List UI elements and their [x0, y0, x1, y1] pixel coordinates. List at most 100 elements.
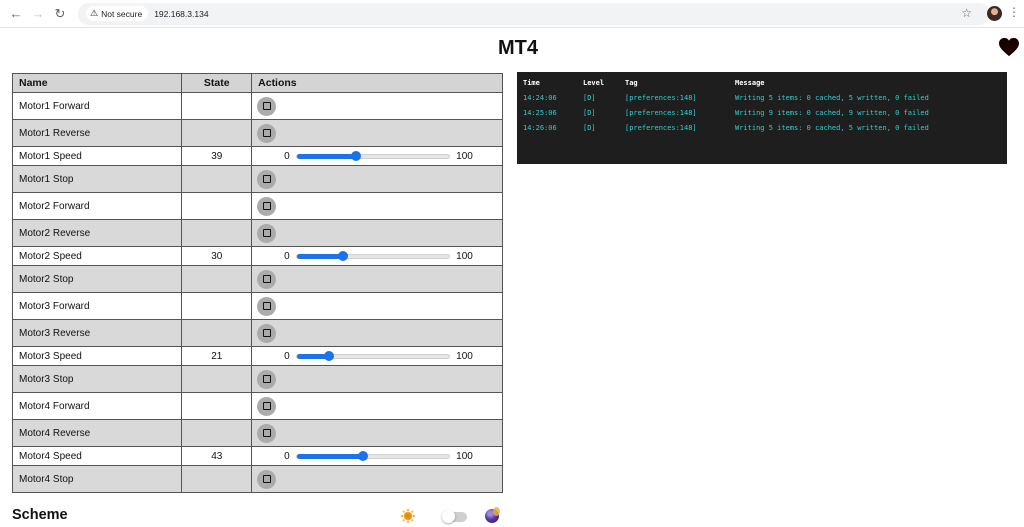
- log-header-row: Time Level Tag Message: [517, 76, 1007, 91]
- page: MT4 Name State Actions Motor1 Forward Mot…: [0, 28, 1024, 527]
- action-button[interactable]: [257, 196, 277, 216]
- action-button[interactable]: [257, 223, 277, 243]
- motor-name: Motor1 Stop: [11, 165, 183, 193]
- heart-icon[interactable]: [998, 37, 1020, 57]
- log-header-message: Message: [735, 79, 765, 87]
- log-console: Time Level Tag Message 14:24:06 [D] [prefe…: [517, 72, 1007, 164]
- actions-cell: [251, 292, 503, 320]
- motor-name: Motor3 Speed: [11, 346, 183, 366]
- motor-name: Motor4 Stop: [11, 465, 183, 493]
- log-message: Writing 5 items: 0 cached, 5 written, 0 …: [735, 124, 929, 132]
- security-chip[interactable]: ⚠ Not secure: [86, 6, 149, 21]
- action-button[interactable]: [257, 296, 277, 316]
- table-row: Motor3 Speed 21 0 100: [11, 346, 503, 366]
- stop-square-icon: [262, 102, 271, 110]
- speed-slider[interactable]: [296, 250, 451, 261]
- motor-table: Name State Actions Motor1 Forward Motor1 …: [11, 73, 503, 493]
- table-row: Motor3 Forward: [11, 292, 503, 320]
- log-tag: [preferences:148]: [625, 124, 697, 132]
- log-tag: [preferences:148]: [625, 109, 697, 117]
- actions-cell: [251, 465, 503, 493]
- action-button[interactable]: [257, 369, 277, 389]
- slider-fill: [297, 153, 357, 159]
- table-row: Motor1 Speed 39 0 100: [11, 146, 503, 166]
- motor-state: 21: [181, 346, 253, 366]
- table-row: Motor3 Reverse: [11, 319, 503, 347]
- back-arrow-icon[interactable]: ←: [6, 4, 26, 24]
- stop-square-icon: [262, 229, 271, 237]
- browser-toolbar: ← → ↻ ⚠ Not secure 192.168.3.134 ☆ ⋮: [0, 0, 1024, 28]
- motor-name: Motor1 Forward: [11, 92, 183, 120]
- motor-state: 30: [181, 246, 253, 266]
- action-button[interactable]: [257, 396, 277, 416]
- stop-square-icon: [262, 275, 271, 283]
- scheme-heading: Scheme: [12, 507, 68, 523]
- action-button[interactable]: [257, 96, 277, 116]
- slider-min-label: 0: [284, 250, 290, 262]
- stop-square-icon: [262, 302, 271, 310]
- star-icon[interactable]: ☆: [961, 6, 972, 20]
- table-row: Motor2 Speed 30 0 100: [11, 246, 503, 266]
- forward-arrow-icon[interactable]: →: [28, 4, 48, 24]
- speed-slider[interactable]: [296, 150, 451, 161]
- stop-square-icon: [262, 329, 271, 337]
- log-level: [D]: [583, 124, 596, 132]
- slider-thumb[interactable]: [351, 150, 362, 161]
- slider-fill: [297, 253, 343, 259]
- action-button[interactable]: [257, 123, 277, 143]
- address-bar[interactable]: ⚠ Not secure 192.168.3.134: [78, 2, 990, 25]
- motor-name: Motor4 Forward: [11, 392, 183, 420]
- slider-thumb[interactable]: [357, 450, 368, 461]
- stop-square-icon: [262, 429, 271, 437]
- scheme-toggle[interactable]: [442, 510, 467, 523]
- motor-name: Motor4 Reverse: [11, 419, 183, 447]
- warning-icon: ⚠: [90, 8, 99, 18]
- motor-state: [181, 292, 253, 320]
- action-button[interactable]: [257, 423, 277, 443]
- motor-name: Motor3 Forward: [11, 292, 183, 320]
- stop-square-icon: [262, 202, 271, 210]
- slider-thumb[interactable]: [337, 250, 348, 261]
- speed-slider[interactable]: [296, 450, 451, 461]
- table-row: Motor3 Stop: [11, 365, 503, 393]
- profile-avatar-icon[interactable]: [987, 6, 1002, 21]
- motor-name: Motor1 Reverse: [11, 119, 183, 147]
- stop-square-icon: [262, 175, 271, 183]
- url-text[interactable]: 192.168.3.134: [154, 9, 208, 19]
- log-header-time: Time: [523, 79, 540, 87]
- column-header-state: State: [181, 73, 253, 93]
- log-level: [D]: [583, 109, 596, 117]
- actions-cell: [251, 192, 503, 220]
- actions-cell: 0 100: [251, 246, 503, 266]
- log-row: 14:25:06 [D] [preferences:148] Writing 9 it…: [517, 106, 1007, 121]
- motor-name: Motor2 Forward: [11, 192, 183, 220]
- motor-name: Motor2 Stop: [11, 265, 183, 293]
- motor-state: [181, 365, 253, 393]
- log-row: 14:24:06 [D] [preferences:148] Writing 5 it…: [517, 91, 1007, 106]
- action-button[interactable]: [257, 169, 277, 189]
- stop-square-icon: [262, 475, 271, 483]
- speed-slider-group: 0 100: [257, 450, 502, 462]
- action-button[interactable]: [257, 269, 277, 289]
- table-row: Motor4 Stop: [11, 465, 503, 493]
- motor-state: [181, 419, 253, 447]
- action-button[interactable]: [257, 469, 277, 489]
- slider-max-label: 100: [456, 250, 473, 262]
- toggle-knob[interactable]: [442, 510, 455, 523]
- table-row: Motor1 Stop: [11, 165, 503, 193]
- actions-cell: [251, 419, 503, 447]
- reload-icon[interactable]: ↻: [50, 4, 70, 24]
- actions-cell: [251, 165, 503, 193]
- motor-state: 43: [181, 446, 253, 466]
- motor-name: Motor4 Speed: [11, 446, 183, 466]
- slider-min-label: 0: [284, 450, 290, 462]
- menu-icon[interactable]: ⋮: [1008, 5, 1020, 19]
- action-button[interactable]: [257, 323, 277, 343]
- slider-thumb[interactable]: [324, 350, 335, 361]
- moon-icon: [485, 507, 500, 523]
- motor-state: [181, 92, 253, 120]
- speed-slider[interactable]: [296, 350, 451, 361]
- motor-name: Motor3 Stop: [11, 365, 183, 393]
- table-row: Motor1 Forward: [11, 92, 503, 120]
- stop-square-icon: [262, 402, 271, 410]
